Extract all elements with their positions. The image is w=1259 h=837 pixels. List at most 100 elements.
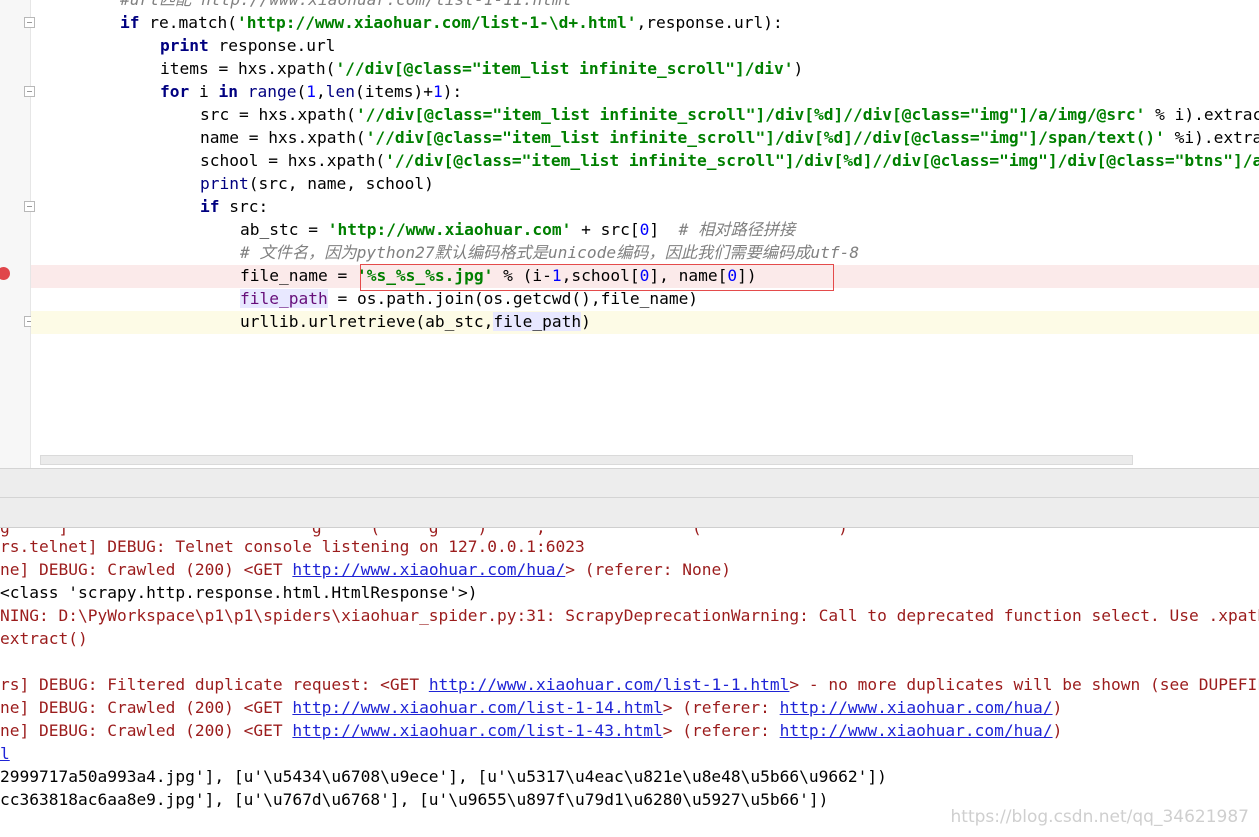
code-line[interactable]: items = hxs.xpath('//div[@class="item_li… bbox=[160, 57, 803, 80]
code-token: + src[ bbox=[571, 220, 640, 239]
code-token: items = hxs.xpath( bbox=[160, 59, 336, 78]
code-token: 1 bbox=[432, 82, 443, 101]
console-text: extract() bbox=[0, 629, 88, 648]
console-text: 2999717a50a993a4.jpg'], [u'\u5434\u6708\… bbox=[0, 767, 887, 786]
console-line: ne] DEBUG: Crawled (200) <GET http://www… bbox=[0, 558, 731, 581]
watermark: https://blog.csdn.net/qq_34621987 bbox=[950, 807, 1249, 827]
code-token: ,response.url): bbox=[636, 13, 783, 32]
code-line[interactable]: #url匹配 http://www.xiaohuar.com/list-1-11… bbox=[120, 0, 571, 11]
console-link[interactable]: http://www.xiaohuar.com/hua/ bbox=[292, 560, 565, 579]
code-token: (src, name, school) bbox=[248, 174, 434, 193]
caret-line-highlight bbox=[31, 311, 1259, 334]
console-link[interactable]: l bbox=[0, 744, 10, 763]
editor-horizontal-scrollbar[interactable] bbox=[40, 455, 1133, 465]
code-token: ): bbox=[442, 82, 463, 101]
code-token: 0 bbox=[639, 220, 650, 239]
console-line: NING: D:\PyWorkspace\p1\p1\spiders\xiaoh… bbox=[0, 604, 1259, 627]
console-text: <class 'scrapy.http.response.html.HtmlRe… bbox=[0, 583, 478, 602]
console-text: rs.telnet] DEBUG: Telnet console listeni… bbox=[0, 537, 585, 556]
annotation-box bbox=[360, 264, 834, 291]
console-text: ne] DEBUG: Crawled (200) <GET bbox=[0, 560, 293, 579]
code-token: (items)+ bbox=[354, 82, 433, 101]
console-line: ne] DEBUG: Crawled (200) <GET http://www… bbox=[0, 696, 1062, 719]
console-line: 2999717a50a993a4.jpg'], [u'\u5434\u6708\… bbox=[0, 765, 887, 788]
code-editor[interactable]: #url匹配 http://www.xiaohuar.com/list-1-11… bbox=[0, 0, 1259, 468]
code-token: %i).extract() bbox=[1174, 128, 1259, 147]
code-line[interactable]: print response.url bbox=[160, 34, 335, 57]
console-link[interactable]: http://www.xiaohuar.com/list-1-43.html bbox=[292, 721, 662, 740]
code-token: print bbox=[200, 174, 249, 193]
editor-gutter[interactable] bbox=[0, 0, 35, 468]
code-line[interactable]: print(src, name, school) bbox=[200, 172, 434, 195]
console-link[interactable]: http://www.xiaohuar.com/list-1-14.html bbox=[292, 698, 662, 717]
code-token: ) bbox=[793, 59, 804, 78]
code-token: ab_stc = bbox=[240, 220, 328, 239]
console-link[interactable]: http://www.xiaohuar.com/hua/ bbox=[780, 721, 1053, 740]
code-token: school = hxs.xpath( bbox=[200, 151, 386, 170]
code-token: for bbox=[160, 82, 199, 101]
console-text: ne] DEBUG: Crawled (200) <GET bbox=[0, 698, 293, 717]
code-token: 'http://www.xiaohuar.com' bbox=[327, 220, 572, 239]
code-token: file_path bbox=[493, 312, 582, 331]
console-line: extract() bbox=[0, 627, 88, 650]
console-text: NING: D:\PyWorkspace\p1\p1\spiders\xiaoh… bbox=[0, 606, 1259, 625]
console-line: rs.telnet] DEBUG: Telnet console listeni… bbox=[0, 535, 585, 558]
code-token: , bbox=[315, 82, 326, 101]
fold-marker-icon[interactable] bbox=[24, 17, 35, 28]
code-token: print bbox=[160, 36, 219, 55]
code-token: len bbox=[325, 82, 355, 101]
code-token: = os.path.join(os.getcwd(),file_name) bbox=[327, 289, 699, 308]
code-token: range bbox=[247, 82, 297, 101]
console-line: cc363818ac6aa8e9.jpg'], [u'\u767d\u6768'… bbox=[0, 788, 828, 811]
code-token: # 相对路径拼接 bbox=[678, 220, 796, 239]
code-line[interactable]: name = hxs.xpath('//div[@class="item_lis… bbox=[200, 126, 1259, 149]
code-token: '//div[@class="item_list infinite_scroll… bbox=[335, 59, 794, 78]
code-line[interactable]: school = hxs.xpath('//div[@class="item_l… bbox=[200, 149, 1259, 172]
code-token: re.match( bbox=[149, 13, 237, 32]
console-line: ne] DEBUG: Crawled (200) <GET http://www… bbox=[0, 719, 1062, 742]
code-token: ( bbox=[296, 82, 307, 101]
code-token: name = hxs.xpath( bbox=[200, 128, 366, 147]
console-link[interactable]: http://www.xiaohuar.com/hua/ bbox=[780, 698, 1053, 717]
console-text: > - no more duplicates will be shown (se… bbox=[789, 675, 1259, 694]
console-text: ne] DEBUG: Crawled (200) <GET bbox=[0, 721, 293, 740]
code-token: #url匹配 http://www.xiaohuar.com/list-1-11… bbox=[120, 0, 571, 9]
code-token: urllib.urlretrieve(ab_stc, bbox=[240, 312, 494, 331]
code-token: src = hxs.xpath( bbox=[200, 105, 356, 124]
code-token: if bbox=[200, 197, 230, 216]
console-line: <class 'scrapy.http.response.html.HtmlRe… bbox=[0, 581, 478, 604]
code-line[interactable]: if re.match('http://www.xiaohuar.com/lis… bbox=[120, 11, 783, 34]
console-text: ) bbox=[1052, 721, 1063, 740]
console-link[interactable]: http://www.xiaohuar.com/list-1-1.html bbox=[429, 675, 790, 694]
code-token: 'http://www.xiaohuar.com/list-1-\d+.html… bbox=[236, 13, 637, 32]
code-token: % i).extract() bbox=[1155, 105, 1259, 124]
run-toolbar bbox=[0, 498, 1259, 528]
breakpoint-icon[interactable] bbox=[0, 267, 10, 280]
tool-window-header bbox=[0, 468, 1259, 498]
console-line: l bbox=[0, 742, 10, 765]
console-line: rs] DEBUG: Filtered duplicate request: <… bbox=[0, 673, 1259, 696]
code-line[interactable]: ab_stc = 'http://www.xiaohuar.com' + src… bbox=[240, 218, 795, 241]
code-line[interactable]: src = hxs.xpath('//div[@class="item_list… bbox=[200, 103, 1259, 126]
fold-marker-icon[interactable] bbox=[24, 86, 35, 97]
code-line[interactable]: urllib.urlretrieve(ab_stc,file_path) bbox=[240, 310, 591, 333]
fold-marker-icon[interactable] bbox=[24, 201, 35, 212]
code-token: file_name = bbox=[240, 266, 357, 285]
code-token: 1 bbox=[306, 82, 316, 101]
code-token: '//div[@class="item_list infinite_scroll… bbox=[365, 128, 1165, 147]
code-token: file_path bbox=[240, 289, 328, 308]
code-token: src: bbox=[229, 197, 269, 216]
code-line[interactable]: # 文件名，因为python27默认编码格式是unicode编码，因此我们需要编… bbox=[240, 241, 859, 264]
code-line[interactable]: for i in range(1,len(items)+1): bbox=[160, 80, 462, 103]
code-token: '//div[@class="item_list infinite_scroll… bbox=[385, 151, 1259, 170]
console-text: cc363818ac6aa8e9.jpg'], [u'\u767d\u6768'… bbox=[0, 790, 829, 809]
code-line[interactable]: if src: bbox=[200, 195, 268, 218]
console-text: ) bbox=[1052, 698, 1063, 717]
console-text: rs] DEBUG: Filtered duplicate request: <… bbox=[0, 675, 429, 694]
code-token: # 文件名，因为python27默认编码格式是unicode编码，因此我们需要编… bbox=[240, 243, 860, 262]
code-token: ] bbox=[649, 220, 679, 239]
console-text: > (referer: None) bbox=[565, 560, 731, 579]
code-token: if bbox=[120, 13, 150, 32]
run-console[interactable]: g ] g ( g ) , ( ) rs.telnet] DEBUG: Teln… bbox=[0, 528, 1259, 837]
code-token: i bbox=[198, 82, 219, 101]
